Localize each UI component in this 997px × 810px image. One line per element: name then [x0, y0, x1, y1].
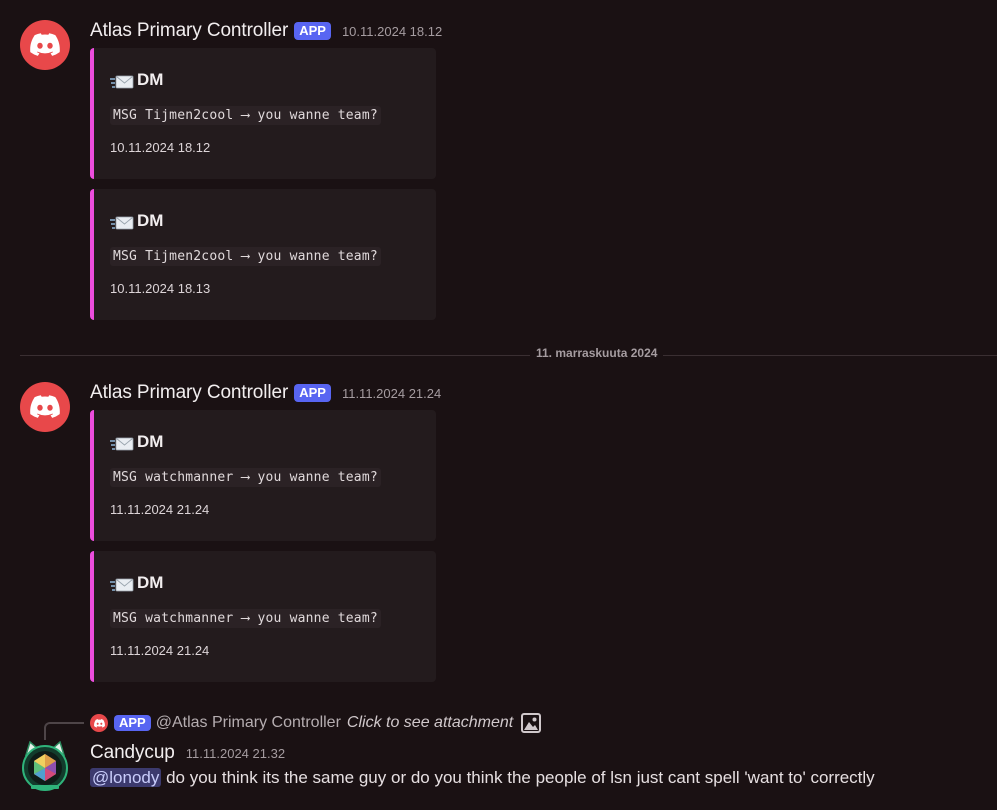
user-avatar[interactable] — [20, 741, 70, 791]
author-name[interactable]: Atlas Primary Controller — [90, 20, 288, 42]
reply-connector — [44, 722, 84, 740]
message-timestamp[interactable]: 10.11.2024 18.12 — [342, 24, 442, 39]
envelope-icon — [110, 75, 134, 88]
embed-title-text: DM — [137, 70, 164, 89]
embed-footer: 10.11.2024 18.13 — [110, 281, 211, 296]
embed-footer: 11.11.2024 21.24 — [110, 502, 210, 517]
reply-avatar — [90, 714, 108, 732]
reply-preview[interactable]: APP @Atlas Primary Controller Click to s… — [90, 712, 542, 734]
message-timestamp[interactable]: 11.11.2024 21.24 — [342, 386, 441, 401]
dm-embed: DM MSG watchmanner ⟶ you wanne team? 11.… — [90, 410, 436, 541]
reply-text[interactable]: Click to see attachment — [347, 714, 513, 732]
author-name[interactable]: Candycup — [90, 742, 175, 764]
embed-title: DM — [110, 432, 163, 452]
message-content: @lonody do you think its the same guy or… — [90, 768, 875, 788]
embed-title: DM — [110, 211, 163, 231]
message-text: do you think its the same guy or do you … — [161, 768, 875, 787]
embed-footer: 10.11.2024 18.12 — [110, 140, 211, 155]
dm-embed: DM MSG Tijmen2cool ⟶ you wanne team? 10.… — [90, 48, 436, 179]
discord-logo-icon — [30, 395, 60, 418]
bot-avatar[interactable] — [20, 20, 70, 70]
app-badge: APP — [294, 22, 331, 40]
embed-description: MSG watchmanner ⟶ you wanne team? — [110, 609, 381, 628]
envelope-icon — [110, 578, 134, 591]
image-icon — [521, 713, 542, 733]
app-badge: APP — [114, 715, 151, 731]
embed-title-text: DM — [137, 573, 164, 592]
date-divider-label: 11. marraskuuta 2024 — [530, 346, 664, 360]
embed-title: DM — [110, 70, 163, 90]
envelope-icon — [110, 437, 134, 450]
bot-avatar[interactable] — [20, 382, 70, 432]
message-timestamp[interactable]: 11.11.2024 21.32 — [186, 746, 285, 761]
discord-logo-icon — [30, 33, 60, 56]
embed-description: MSG watchmanner ⟶ you wanne team? — [110, 468, 381, 487]
dm-embed: DM MSG Tijmen2cool ⟶ you wanne team? 10.… — [90, 189, 436, 320]
embed-title-text: DM — [137, 432, 164, 451]
reply-mention-user[interactable]: @Atlas Primary Controller — [156, 714, 341, 732]
message-header: Atlas Primary Controller APP 10.11.2024 … — [90, 19, 442, 43]
dm-embed: DM MSG watchmanner ⟶ you wanne team? 11.… — [90, 551, 436, 682]
embed-footer: 11.11.2024 21.24 — [110, 643, 210, 658]
embed-title-text: DM — [137, 211, 164, 230]
embed-title: DM — [110, 573, 163, 593]
embed-description: MSG Tijmen2cool ⟶ you wanne team? — [110, 247, 381, 266]
app-badge: APP — [294, 384, 331, 402]
envelope-icon — [110, 216, 134, 229]
message-header: Candycup 11.11.2024 21.32 — [90, 741, 285, 765]
message-header: Atlas Primary Controller APP 11.11.2024 … — [90, 381, 441, 405]
user-mention[interactable]: @lonody — [90, 768, 162, 787]
date-divider-line — [20, 355, 997, 356]
embed-description: MSG Tijmen2cool ⟶ you wanne team? — [110, 106, 381, 125]
author-name[interactable]: Atlas Primary Controller — [90, 382, 288, 404]
chat-view: Atlas Primary Controller APP 10.11.2024 … — [0, 0, 997, 810]
discord-logo-icon — [93, 718, 105, 727]
